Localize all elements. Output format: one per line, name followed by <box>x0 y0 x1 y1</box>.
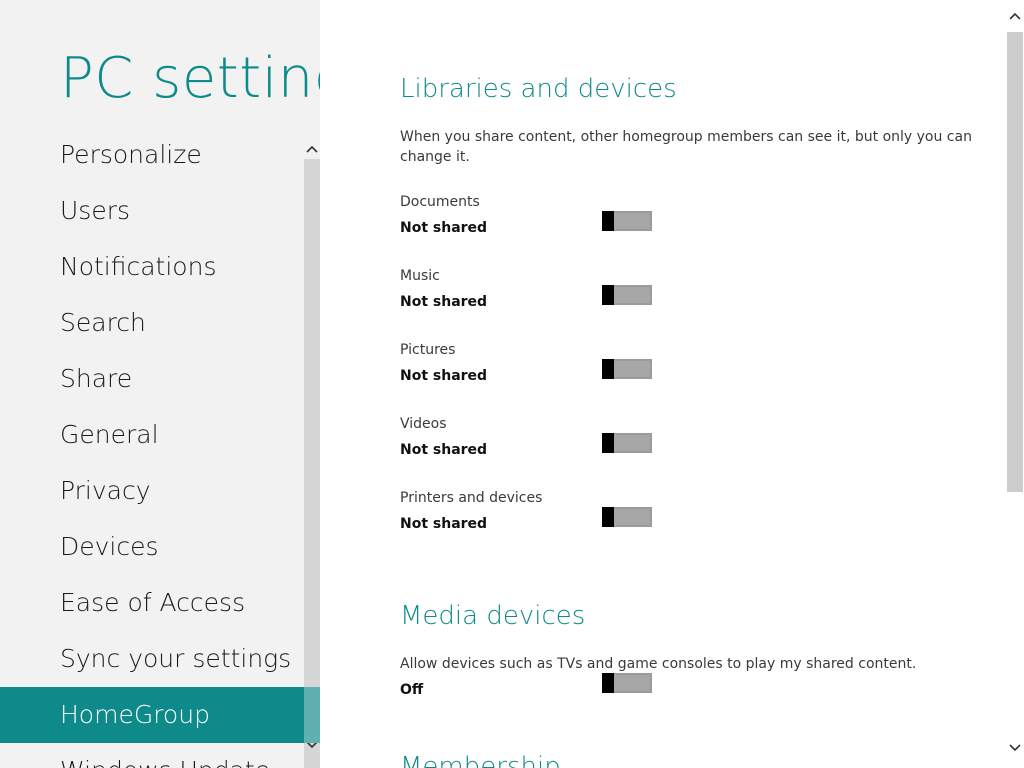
toggle-track <box>616 677 648 689</box>
section-description-libraries: When you share content, other homegroup … <box>400 129 972 165</box>
nav-item-ease-of-access[interactable]: Ease of Access <box>0 575 304 631</box>
toggle-track <box>616 215 648 227</box>
printers-devices-toggle[interactable] <box>602 507 652 527</box>
nav-item-windows-update[interactable]: Windows Update <box>0 743 304 768</box>
setting-label: Pictures <box>400 342 456 358</box>
documents-toggle[interactable] <box>602 211 652 231</box>
toggle-track <box>616 437 648 449</box>
nav-item-users[interactable]: Users <box>0 183 304 239</box>
pictures-toggle[interactable] <box>602 359 652 379</box>
section-title-membership: Membership <box>400 752 561 768</box>
content-pane: Libraries and devices When you share con… <box>320 0 1006 768</box>
setting-label: Allow devices such as TVs and game conso… <box>400 656 917 672</box>
toggle-thumb <box>602 433 614 453</box>
setting-label: Music <box>400 268 440 284</box>
setting-label: Printers and devices <box>400 490 543 506</box>
nav-item-sync-settings[interactable]: Sync your settings <box>0 631 304 687</box>
nav-scrollbar[interactable] <box>304 127 320 768</box>
setting-label: Videos <box>400 416 447 432</box>
nav-item-notifications[interactable]: Notifications <box>0 239 304 295</box>
setting-music: Music Not shared <box>400 268 1000 318</box>
setting-videos: Videos Not shared <box>400 416 1000 466</box>
nav-item-devices[interactable]: Devices <box>0 519 304 575</box>
music-toggle[interactable] <box>602 285 652 305</box>
toggle-track <box>616 363 648 375</box>
toggle-thumb <box>602 285 614 305</box>
content-scrollbar[interactable] <box>1006 0 1024 768</box>
setting-printers-devices: Printers and devices Not shared <box>400 490 1000 540</box>
left-pane: PC settings Personalize Users Notificati… <box>0 0 320 768</box>
settings-nav: Personalize Users Notifications Search S… <box>0 127 304 768</box>
pc-settings-window: PC settings Personalize Users Notificati… <box>0 0 1024 768</box>
setting-label: Documents <box>400 194 480 210</box>
page-title: PC settings <box>60 46 320 111</box>
media-devices-toggle[interactable] <box>602 673 652 693</box>
nav-scrollbar-thumb[interactable] <box>304 159 320 768</box>
toggle-thumb <box>602 673 614 693</box>
setting-state: Not shared <box>400 368 488 384</box>
chevron-down-icon[interactable] <box>1006 738 1024 758</box>
setting-media-devices: Allow devices such as TVs and game conso… <box>400 656 1000 706</box>
setting-state: Not shared <box>400 294 488 310</box>
chevron-up-icon[interactable] <box>304 139 320 159</box>
chevron-up-icon[interactable] <box>1006 6 1024 26</box>
nav-item-share[interactable]: Share <box>0 351 304 407</box>
nav-item-homegroup[interactable]: HomeGroup <box>0 687 304 743</box>
section-title-libraries: Libraries and devices <box>400 74 677 104</box>
nav-item-privacy[interactable]: Privacy <box>0 463 304 519</box>
setting-documents: Documents Not shared <box>400 194 1000 244</box>
selected-item-highlight-edge <box>304 687 320 743</box>
nav-item-personalize[interactable]: Personalize <box>0 127 304 183</box>
section-title-media-devices: Media devices <box>400 601 586 631</box>
toggle-track <box>616 511 648 523</box>
nav-item-general[interactable]: General <box>0 407 304 463</box>
toggle-thumb <box>602 211 614 231</box>
nav-item-search[interactable]: Search <box>0 295 304 351</box>
content-scrollbar-thumb[interactable] <box>1007 32 1023 492</box>
setting-state: Not shared <box>400 220 488 236</box>
videos-toggle[interactable] <box>602 433 652 453</box>
setting-state: Not shared <box>400 516 488 532</box>
setting-state: Off <box>400 682 424 698</box>
setting-pictures: Pictures Not shared <box>400 342 1000 392</box>
toggle-track <box>616 289 648 301</box>
setting-state: Not shared <box>400 442 488 458</box>
toggle-thumb <box>602 507 614 527</box>
toggle-thumb <box>602 359 614 379</box>
